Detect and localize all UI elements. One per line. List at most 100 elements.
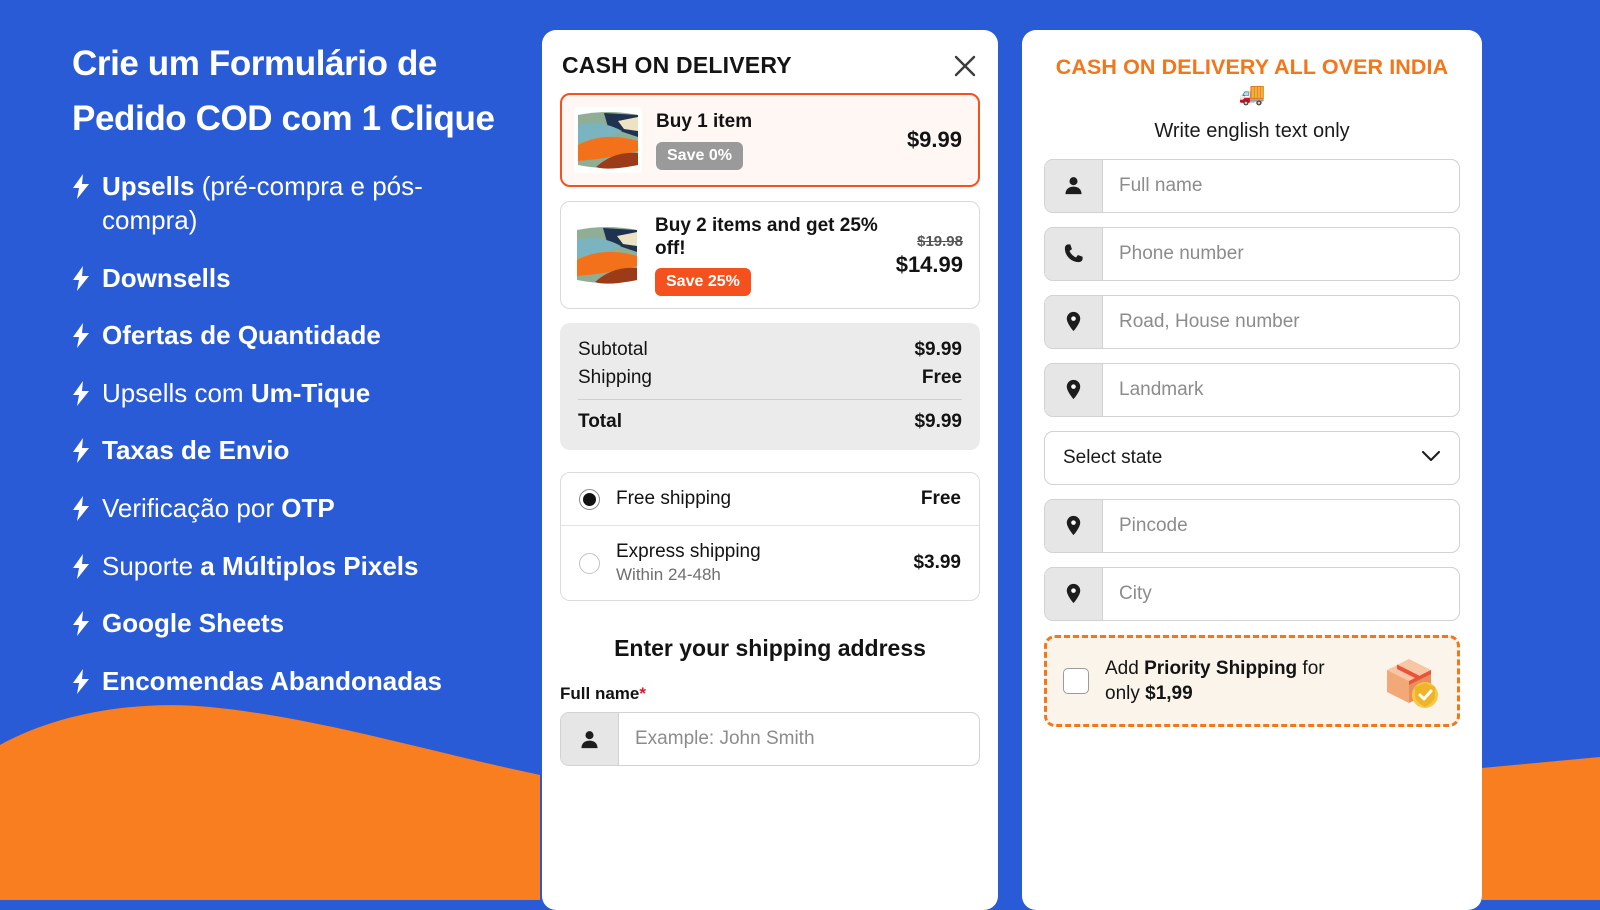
total-value: $9.99 xyxy=(914,411,962,433)
bolt-icon xyxy=(72,265,90,291)
person-icon xyxy=(561,713,619,766)
modal-header: CASH ON DELIVERY xyxy=(560,30,980,93)
modal-title: CASH ON DELIVERY xyxy=(562,52,792,78)
field-select-state: Select state xyxy=(1044,430,1460,485)
offer-title: Buy 1 item xyxy=(656,111,753,133)
full-name-input-group[interactable]: Full name xyxy=(1044,158,1460,213)
india-form-subtitle: Write english text only xyxy=(1154,119,1350,142)
summary-row-subtotal: Subtotal $9.99 xyxy=(578,336,962,364)
parcel-shield-icon xyxy=(1379,652,1441,710)
feature-label: Taxas de Envio xyxy=(102,435,290,466)
feature-item-abandoned-orders: Encomendas Abandonadas xyxy=(72,664,510,699)
landmark-input[interactable]: Landmark xyxy=(1103,364,1459,416)
offer-price: $9.99 xyxy=(907,127,962,153)
shipping-label: Shipping xyxy=(578,367,652,389)
feature-item-one-click-upsells: Upsells com Um-Tique xyxy=(72,376,510,411)
field-road-house-number: Road, House number xyxy=(1044,294,1460,349)
priority-shipping-upsell[interactable]: Add Priority Shipping for only $1,99 xyxy=(1044,634,1460,727)
feature-label: Upsells (pré-compra e pós-compra) xyxy=(102,170,423,236)
feature-item-quantity-offers: Ofertas de Quantidade xyxy=(72,318,510,353)
offer-price: $19.98 $14.99 xyxy=(896,233,963,278)
left-promo-panel: Crie um Formulário de Pedido COD com 1 C… xyxy=(0,0,540,900)
field-phone-number: Phone number xyxy=(1044,226,1460,281)
shipping-method-options: Free shipping Free Express shipping With… xyxy=(560,472,980,602)
shipping-option-name: Free shipping xyxy=(616,488,732,510)
offer-save-badge: Save 0% xyxy=(656,141,743,170)
phone-input-group[interactable]: Phone number xyxy=(1044,226,1460,281)
field-city: City xyxy=(1044,566,1460,621)
shipping-value: Free xyxy=(921,367,962,389)
offer-option-buy-2[interactable]: Buy 2 items and get 25% off! Save 25% $1… xyxy=(560,201,980,310)
city-input[interactable]: City xyxy=(1103,568,1459,620)
state-select[interactable]: Select state xyxy=(1044,430,1460,485)
bolt-icon xyxy=(72,611,90,637)
summary-row-shipping: Shipping Free xyxy=(578,364,962,392)
chevron-down-icon xyxy=(1421,447,1441,469)
person-icon xyxy=(1045,159,1103,212)
feature-label: Suporte a Múltiplos Pixels xyxy=(102,550,419,581)
shipping-option-eta: Within 24-48h xyxy=(616,565,721,585)
bolt-icon xyxy=(72,173,90,199)
pincode-input-group[interactable]: Pincode xyxy=(1044,498,1460,553)
offer-body: Buy 1 item Save 0% xyxy=(656,110,893,170)
location-pin-icon xyxy=(1045,567,1103,620)
bolt-icon xyxy=(72,553,90,579)
total-label: Total xyxy=(578,411,622,433)
field-pincode: Pincode xyxy=(1044,498,1460,553)
offer-title: Buy 2 items and get 25% off! xyxy=(655,215,878,260)
subtotal-label: Subtotal xyxy=(578,339,648,361)
shipping-option-price: $3.99 xyxy=(913,552,961,574)
full-name-input[interactable]: Example: John Smith xyxy=(619,713,979,765)
field-landmark: Landmark xyxy=(1044,362,1460,417)
feature-item-downsells: Downsells xyxy=(72,261,510,296)
feature-item-google-sheets: Google Sheets xyxy=(72,606,510,641)
india-form-title: CASH ON DELIVERY ALL OVER INDIA 🚚 xyxy=(1055,55,1449,107)
bolt-icon xyxy=(72,380,90,406)
offer-option-buy-1[interactable]: Buy 1 item Save 0% $9.99 xyxy=(560,93,980,187)
state-select-value: Select state xyxy=(1063,446,1163,468)
shipping-option-label: Free shipping xyxy=(616,488,905,510)
location-pin-icon xyxy=(1045,363,1103,416)
close-icon[interactable] xyxy=(952,53,978,79)
feature-label: Ofertas de Quantidade xyxy=(102,320,381,351)
landmark-input-group[interactable]: Landmark xyxy=(1044,362,1460,417)
road-input[interactable]: Road, House number xyxy=(1103,296,1459,348)
feature-label: Google Sheets xyxy=(102,608,285,639)
shipping-option-label: Express shipping Within 24-48h xyxy=(616,541,897,585)
feature-item-upsells: Upsells (pré-compra e pós-compra) xyxy=(72,169,510,238)
summary-row-total: Total $9.99 xyxy=(578,399,962,436)
phone-input[interactable]: Phone number xyxy=(1103,228,1459,280)
offer-price-original: $19.98 xyxy=(917,232,963,250)
offer-price-current: $14.99 xyxy=(895,251,963,277)
full-name-label: Full name* xyxy=(560,684,646,704)
field-full-name: Full name xyxy=(1044,158,1460,213)
full-name-input-group[interactable]: Example: John Smith xyxy=(560,712,980,767)
location-pin-icon xyxy=(1045,499,1103,552)
radio-express-shipping[interactable] xyxy=(579,552,600,574)
city-input-group[interactable]: City xyxy=(1044,566,1460,621)
priority-shipping-label: Add Priority Shipping for only $1,99 xyxy=(1105,657,1325,704)
shipping-option-price: Free xyxy=(920,488,961,510)
shipping-option-express[interactable]: Express shipping Within 24-48h $3.99 xyxy=(561,525,979,600)
shipping-option-free[interactable]: Free shipping Free xyxy=(561,473,979,525)
bolt-icon xyxy=(72,323,90,349)
feature-item-multi-pixel-support: Suporte a Múltiplos Pixels xyxy=(72,549,510,584)
shipping-address-heading: Enter your shipping address xyxy=(614,635,926,662)
product-thumbnail xyxy=(574,107,642,173)
full-name-input[interactable]: Full name xyxy=(1103,160,1459,212)
page-title: Crie um Formulário de Pedido COD com 1 C… xyxy=(72,44,495,139)
road-input-group[interactable]: Road, House number xyxy=(1044,294,1460,349)
offer-save-badge: Save 25% xyxy=(655,268,751,297)
feature-item-otp-verification: Verificação por OTP xyxy=(72,491,510,526)
feature-item-shipping-rates: Taxas de Envio xyxy=(72,433,510,468)
feature-label: Downsells xyxy=(102,262,231,293)
feature-label: Encomendas Abandonadas xyxy=(102,665,442,696)
pincode-input[interactable]: Pincode xyxy=(1103,500,1459,552)
offer-price-current: $9.99 xyxy=(906,127,962,152)
required-asterisk: * xyxy=(639,684,646,704)
shipping-option-name: Express shipping xyxy=(616,541,761,563)
cod-india-form-card: CASH ON DELIVERY ALL OVER INDIA 🚚 Write … xyxy=(1022,30,1482,910)
radio-free-shipping[interactable] xyxy=(579,488,600,510)
priority-shipping-checkbox[interactable] xyxy=(1063,667,1089,694)
feature-label: Upsells com Um-Tique xyxy=(102,377,371,408)
